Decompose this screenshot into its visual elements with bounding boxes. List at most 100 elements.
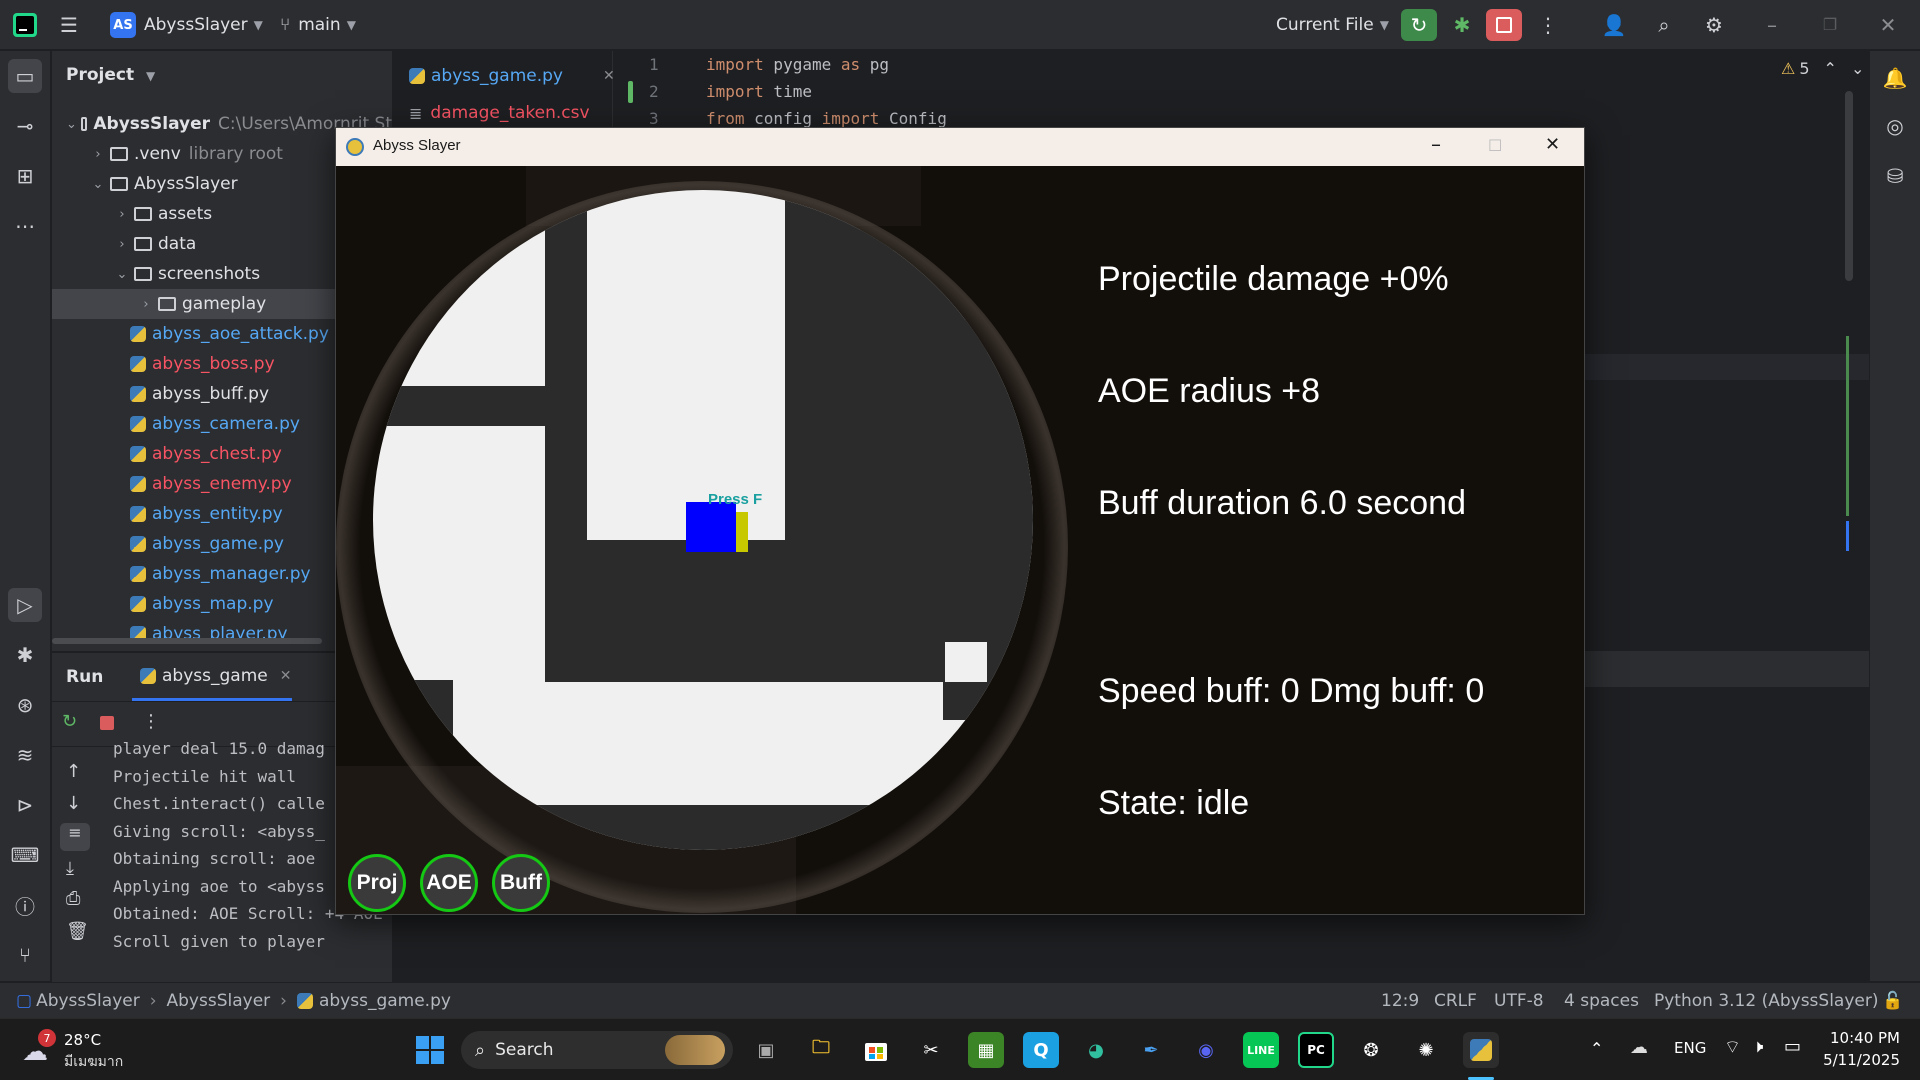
line-app-icon[interactable]: LINE bbox=[1243, 1032, 1279, 1068]
print-icon[interactable]: ⎙ bbox=[66, 888, 80, 909]
services-icon[interactable]: ⊳ bbox=[8, 788, 42, 822]
chevron-down-icon[interactable]: ⌄ bbox=[90, 177, 106, 192]
file-encoding[interactable]: UTF-8 bbox=[1494, 983, 1544, 1019]
volume-icon[interactable]: 🕨 bbox=[1752, 1036, 1763, 1057]
chest[interactable] bbox=[736, 512, 748, 552]
warnings-indicator[interactable]: ⚠ 5 ⌃ ⌄ bbox=[1781, 59, 1864, 78]
ai-assistant-icon[interactable]: ◎ bbox=[1878, 109, 1912, 143]
more-actions-button[interactable]: ⋮ bbox=[1530, 9, 1566, 41]
openai-icon[interactable]: ✺ bbox=[1408, 1032, 1444, 1068]
chevron-right-icon[interactable]: › bbox=[90, 147, 106, 162]
branch-switcher[interactable]: ⑂ main ▼ bbox=[280, 0, 356, 50]
input-language[interactable]: ENG bbox=[1674, 1039, 1706, 1057]
debug-button[interactable]: ✱ bbox=[1444, 9, 1480, 41]
scroll-down-icon[interactable]: ↓ bbox=[66, 793, 81, 814]
breadcrumb-item[interactable]: abyss_game.py bbox=[319, 991, 451, 1011]
code-line[interactable]: import pygame as pg bbox=[706, 55, 889, 74]
trash-icon[interactable]: 🗑 bbox=[66, 921, 89, 942]
terminal-icon[interactable]: ⌨ bbox=[8, 838, 42, 872]
chevron-right-icon[interactable]: › bbox=[114, 237, 130, 252]
chevron-up-icon[interactable]: ⌃ bbox=[1824, 59, 1837, 78]
git-icon[interactable]: ⑂ bbox=[8, 938, 42, 972]
search-everywhere-button[interactable]: ⌕ bbox=[1646, 9, 1682, 41]
chevron-up-icon[interactable]: ⌃ bbox=[1590, 1039, 1603, 1058]
interpreter[interactable]: Python 3.12 (AbyssSlayer) bbox=[1654, 983, 1879, 1019]
python-game-task-icon[interactable] bbox=[1463, 1032, 1499, 1068]
battery-icon[interactable]: ▭ bbox=[1784, 1036, 1801, 1057]
commit-tool-icon[interactable]: ⊸ bbox=[8, 109, 42, 143]
pycharm-task-icon[interactable]: PC bbox=[1298, 1032, 1334, 1068]
minimize-button[interactable]: – bbox=[1754, 9, 1790, 41]
clock-time[interactable]: 10:40 PM bbox=[1800, 1029, 1900, 1047]
problems-icon[interactable]: ⓘ bbox=[8, 888, 42, 922]
minecraft-icon[interactable]: ▦ bbox=[968, 1032, 1004, 1068]
game-window-titlebar[interactable]: Abyss Slayer – ☐ ✕ bbox=[336, 128, 1584, 166]
wifi-icon[interactable]: ⌔ bbox=[1724, 1036, 1741, 1059]
close-tab-icon[interactable]: ✕ bbox=[280, 668, 292, 684]
layers-icon[interactable]: ≋ bbox=[8, 738, 42, 772]
stop-icon[interactable] bbox=[100, 716, 114, 730]
skill-aoe-button[interactable]: AOE bbox=[420, 854, 478, 912]
pen-app-icon[interactable]: ✒ bbox=[1133, 1032, 1169, 1068]
close-tab-icon[interactable]: ✕ bbox=[603, 68, 615, 84]
project-switcher[interactable]: AS AbyssSlayer ▼ bbox=[110, 0, 263, 50]
rerun-icon[interactable]: ↻ bbox=[62, 711, 77, 732]
settings-button[interactable]: ⚙ bbox=[1696, 9, 1732, 41]
maximize-icon[interactable]: ☐ bbox=[1488, 136, 1502, 155]
chevron-down-icon[interactable]: ⌄ bbox=[114, 267, 130, 282]
breadcrumb-item[interactable]: AbyssSlayer bbox=[36, 991, 140, 1011]
tab-abyss-game[interactable]: abyss_game ✕ bbox=[132, 653, 292, 701]
code-with-me-button[interactable]: 👤 bbox=[1596, 9, 1632, 41]
close-icon[interactable]: ✕ bbox=[1545, 134, 1560, 155]
edge-browser-icon[interactable]: ◕ bbox=[1078, 1032, 1114, 1068]
game-canvas[interactable]: Press F Projectile damage +0% AOE radius… bbox=[336, 166, 1584, 914]
weather-widget[interactable]: ☁ 7 bbox=[20, 1029, 60, 1069]
restore-button[interactable]: ❐ bbox=[1812, 9, 1848, 41]
tab-abyss-game-py[interactable]: abyss_game.py ✕ bbox=[409, 61, 615, 91]
onedrive-icon[interactable]: ☁ bbox=[1630, 1037, 1648, 1058]
main-menu-icon[interactable]: ☰ bbox=[60, 0, 78, 50]
code-line[interactable]: from config import Config bbox=[706, 109, 947, 128]
capcut-icon[interactable]: ✂ bbox=[913, 1032, 949, 1068]
vertical-scrollbar[interactable] bbox=[1845, 91, 1853, 281]
more-vertical-icon[interactable]: ⋮ bbox=[142, 711, 160, 732]
clock-date[interactable]: 5/11/2025 bbox=[1800, 1051, 1900, 1069]
project-panel-title[interactable]: Project ▼ bbox=[66, 65, 155, 85]
scroll-to-end-icon[interactable]: ⤓ bbox=[66, 858, 74, 879]
microsoft-store-icon[interactable] bbox=[858, 1032, 894, 1068]
code-line[interactable]: import time bbox=[706, 82, 812, 101]
discord-icon[interactable]: ◉ bbox=[1188, 1032, 1224, 1068]
indent-setting[interactable]: 4 spaces bbox=[1564, 983, 1639, 1019]
lock-icon[interactable]: 🔓 bbox=[1882, 983, 1903, 1019]
windows-start-icon[interactable] bbox=[412, 1032, 448, 1068]
more-tools-icon[interactable]: ⋯ bbox=[8, 209, 42, 243]
chevron-right-icon[interactable]: › bbox=[138, 297, 154, 312]
quick-assist-icon[interactable]: Q bbox=[1023, 1032, 1059, 1068]
file-explorer-icon[interactable]: 🗀 bbox=[803, 1032, 839, 1068]
breadcrumb-item[interactable]: AbyssSlayer bbox=[167, 991, 271, 1011]
structure-tool-icon[interactable]: ⊞ bbox=[8, 159, 42, 193]
caret-position[interactable]: 12:9 bbox=[1381, 983, 1419, 1019]
run-config-selector[interactable]: Current File ▼ bbox=[1276, 0, 1389, 50]
soft-wrap-icon[interactable]: ≡ bbox=[60, 823, 90, 851]
pycharm-logo-icon[interactable] bbox=[12, 0, 38, 50]
rerun-button[interactable]: ↻ bbox=[1401, 9, 1437, 41]
debug-tool-icon[interactable]: ✱ bbox=[8, 638, 42, 672]
task-view-icon[interactable]: ▣ bbox=[748, 1032, 784, 1068]
skill-buff-button[interactable]: Buff bbox=[492, 854, 550, 912]
minimize-icon[interactable]: – bbox=[1431, 132, 1441, 156]
scroll-up-icon[interactable]: ↑ bbox=[66, 761, 81, 782]
run-tool-icon[interactable]: ▷ bbox=[8, 588, 42, 622]
python-console-icon[interactable]: ⊛ bbox=[8, 688, 42, 722]
skill-proj-button[interactable]: Proj bbox=[348, 854, 406, 912]
chatgpt-icon[interactable]: ❂ bbox=[1353, 1032, 1389, 1068]
taskbar-search[interactable]: ⌕ Search bbox=[461, 1031, 733, 1069]
horizontal-scrollbar[interactable] bbox=[52, 638, 322, 644]
project-tool-icon[interactable]: ▭ bbox=[8, 59, 42, 93]
chevron-down-icon[interactable]: ⌄ bbox=[1851, 59, 1864, 78]
stop-button[interactable] bbox=[1486, 9, 1522, 41]
notifications-icon[interactable]: 🔔 bbox=[1878, 61, 1912, 95]
tab-damage-taken-csv[interactable]: ≣ damage_taken.csv bbox=[409, 98, 590, 128]
close-button[interactable]: ✕ bbox=[1870, 9, 1906, 41]
line-separator[interactable]: CRLF bbox=[1434, 983, 1477, 1019]
